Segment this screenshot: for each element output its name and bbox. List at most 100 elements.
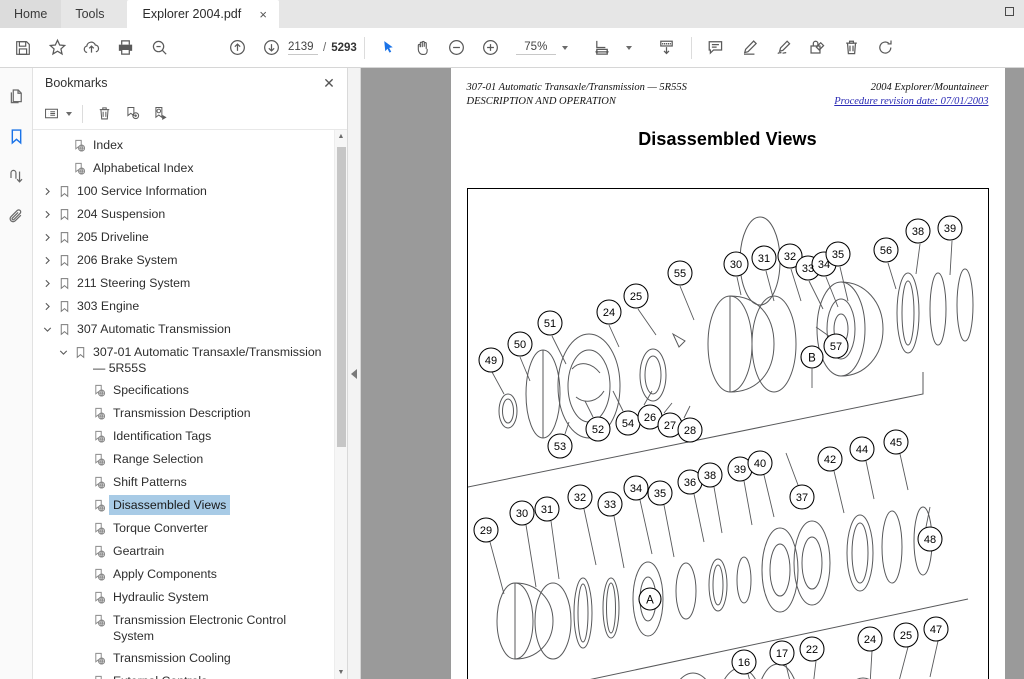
svg-text:32: 32 (783, 251, 795, 263)
save-button[interactable] (6, 32, 40, 64)
toolbar-divider (363, 36, 365, 59)
bookmark-item[interactable]: Index (33, 134, 333, 157)
bookmark-item[interactable]: Alphabetical Index (33, 157, 333, 180)
chevron-right-icon[interactable] (39, 250, 55, 271)
bookmarks-scrollbar[interactable]: ▲ ▼ (334, 130, 347, 679)
find-button[interactable] (142, 32, 176, 64)
chevron-down-icon[interactable] (55, 342, 71, 363)
bookmark-item[interactable]: Transmission Description (33, 402, 333, 425)
svg-text:49: 49 (484, 355, 496, 367)
hand-tool-button[interactable] (406, 32, 440, 64)
close-icon[interactable]: ✕ (319, 73, 339, 93)
bookmark-item[interactable]: 206 Brake System (33, 249, 333, 272)
header-revision-date-link[interactable]: Procedure revision date: 07/01/2003 (834, 96, 988, 107)
bookmark-item[interactable]: Transmission Electronic Control System (33, 609, 333, 647)
previous-page-button[interactable] (220, 32, 254, 64)
close-icon[interactable]: × (255, 6, 271, 22)
bookmark-item[interactable]: Range Selection (33, 448, 333, 471)
bookmark-item-label: 206 Brake System (77, 253, 178, 267)
bookmark-icon (55, 227, 73, 248)
menu-tools[interactable]: Tools (61, 0, 118, 28)
favorite-star-button[interactable] (40, 32, 74, 64)
new-bookmark-button[interactable] (119, 102, 145, 126)
fit-width-button[interactable] (586, 32, 620, 64)
menu-home[interactable]: Home (0, 0, 62, 28)
zoom-out-button[interactable] (440, 32, 474, 64)
next-page-button[interactable] (254, 32, 288, 64)
cloud-upload-button[interactable] (74, 32, 108, 64)
scroll-mode-button[interactable] (650, 32, 684, 64)
chevron-down-icon[interactable] (561, 45, 568, 50)
bookmark-item[interactable]: Torque Converter (33, 517, 333, 540)
bookmark-icon (55, 319, 73, 340)
chevron-right-icon[interactable] (39, 273, 55, 294)
chevron-right-icon[interactable] (39, 204, 55, 225)
workspace: Bookmarks ✕ Index Alphabetical Index 100… (0, 68, 1024, 679)
page-link-icon (91, 518, 109, 539)
chevron-down-icon[interactable] (39, 319, 55, 340)
bookmark-item[interactable]: Hydraulic System (33, 586, 333, 609)
bookmark-item[interactable]: Specifications (33, 379, 333, 402)
bookmark-item[interactable]: 211 Steering System (33, 272, 333, 295)
fit-mode-chevron-down-icon[interactable] (625, 45, 632, 50)
bookmarks-tree[interactable]: Index Alphabetical Index 100 Service Infor… (33, 130, 347, 679)
page-number-input[interactable] (288, 40, 318, 55)
draw-freeform-button[interactable] (767, 32, 801, 64)
bookmark-item[interactable]: Transmission Cooling (33, 647, 333, 670)
document-viewport[interactable]: 307-01 Automatic Transaxle/Transmission … (361, 68, 1024, 679)
bookmark-item[interactable]: Disassembled Views (33, 494, 333, 517)
rail-item-attachments[interactable] (1, 196, 31, 236)
collapse-panel-icon[interactable] (351, 368, 357, 379)
document-tab[interactable]: Explorer 2004.pdf × (126, 0, 280, 28)
stamp-button[interactable] (801, 32, 835, 64)
rail-item-signatures[interactable] (1, 156, 31, 196)
bookmark-item[interactable]: 204 Suspension (33, 203, 333, 226)
panel-title: Bookmarks (45, 76, 108, 90)
bookmark-item[interactable]: 303 Engine (33, 295, 333, 318)
chevron-down-icon[interactable] (66, 111, 72, 116)
disassembled-view-figure: B A 49 50 51 24 25 55 30 31 32 33 34 35 … (467, 189, 988, 679)
bookmark-item[interactable]: Shift Patterns (33, 471, 333, 494)
rail-item-bookmarks[interactable] (1, 116, 31, 156)
select-tool-button[interactable] (372, 32, 406, 64)
bookmark-item[interactable]: Apply Components (33, 563, 333, 586)
bookmark-item[interactable]: 307-01 Automatic Transaxle/Transmission … (33, 341, 333, 379)
scrollbar-thumb[interactable] (336, 147, 346, 447)
scroll-down-icon[interactable]: ▼ (338, 666, 345, 679)
rail-item-thumbnails[interactable] (1, 76, 31, 116)
chevron-right-icon[interactable] (39, 296, 55, 317)
restore-button[interactable] (994, 0, 1024, 22)
bookmark-item[interactable]: 205 Driveline (33, 226, 333, 249)
page-navigation: / 5293 (288, 40, 357, 55)
bookmark-options-button[interactable] (41, 102, 74, 126)
chevron-right-icon[interactable] (39, 181, 55, 202)
chevron-right-icon[interactable] (39, 227, 55, 248)
page-title: Disassembled Views (638, 129, 817, 149)
highlight-button[interactable] (733, 32, 767, 64)
goto-bookmark-button[interactable] (147, 102, 173, 126)
bookmark-item[interactable]: Identification Tags (33, 425, 333, 448)
rotate-button[interactable] (869, 32, 903, 64)
delete-bookmark-button[interactable] (91, 102, 117, 126)
zoom-in-button[interactable] (474, 32, 508, 64)
svg-text:42: 42 (823, 454, 835, 466)
scrollbar-track[interactable] (335, 143, 348, 666)
print-button[interactable] (108, 32, 142, 64)
bookmark-item-label: Torque Converter (113, 521, 209, 535)
delete-button[interactable] (835, 32, 869, 64)
bookmark-item[interactable]: 307 Automatic Transmission (33, 318, 333, 341)
page-link-icon (91, 380, 109, 401)
bookmark-item[interactable]: External Controls (33, 670, 333, 679)
panel-splitter[interactable] (348, 68, 361, 679)
bookmark-item-label: Specifications (113, 383, 189, 397)
bookmark-item[interactable]: 100 Service Information (33, 180, 333, 203)
scroll-up-icon[interactable]: ▲ (338, 130, 345, 143)
bookmark-item[interactable]: Geartrain (33, 540, 333, 563)
zoom-level-input[interactable] (515, 40, 556, 55)
svg-text:17: 17 (775, 648, 787, 660)
svg-text:24: 24 (863, 634, 875, 646)
comment-button[interactable] (699, 32, 733, 64)
